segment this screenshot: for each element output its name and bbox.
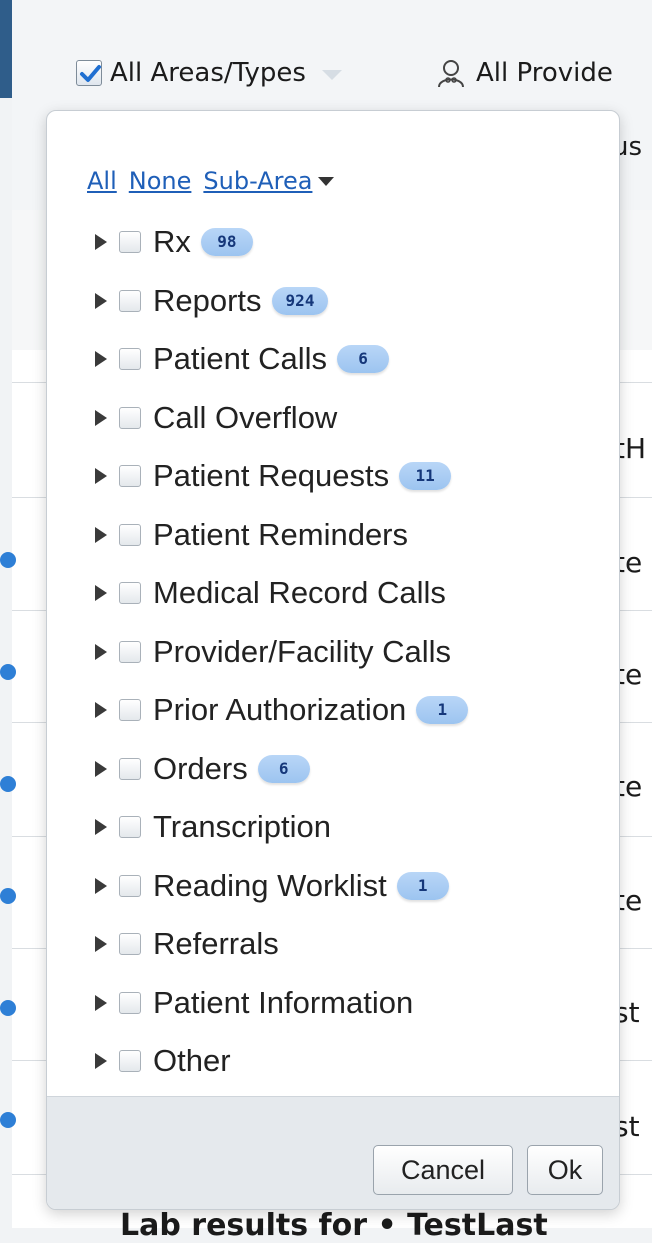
window-left-edge	[0, 0, 12, 98]
area-item[interactable]: Patient Calls 6	[95, 330, 468, 389]
count-badge: 11	[399, 462, 452, 491]
count-badge: 1	[396, 871, 449, 900]
expand-arrow-icon[interactable]	[95, 351, 107, 368]
count-badge: 1	[416, 696, 469, 725]
checkbox[interactable]	[119, 582, 141, 605]
expand-arrow-icon[interactable]	[95, 234, 107, 251]
area-item[interactable]: Transcription	[95, 798, 468, 857]
provider-filter-label: All Provide	[476, 58, 613, 88]
area-item-label: Transcription	[153, 809, 332, 845]
area-item-label: Reading Worklist	[153, 867, 387, 903]
area-item-label: Patient Reminders	[153, 516, 409, 552]
expand-arrow-icon[interactable]	[95, 819, 107, 836]
area-item[interactable]: Medical Record Calls	[95, 564, 468, 623]
checkmark-icon	[80, 65, 101, 82]
provider-icon	[438, 60, 464, 88]
checkbox[interactable]	[119, 991, 141, 1014]
expand-arrow-icon[interactable]	[95, 1053, 107, 1070]
expand-arrow-icon[interactable]	[95, 936, 107, 953]
select-all-link[interactable]: All	[87, 167, 117, 195]
area-item[interactable]: Orders 6	[95, 740, 468, 799]
area-item-label: Orders	[153, 750, 248, 786]
caret-down-icon[interactable]	[318, 176, 335, 186]
checkbox[interactable]	[119, 523, 141, 546]
area-filter-label: All Areas/Types	[110, 58, 306, 88]
count-badge: 6	[257, 754, 310, 783]
area-item[interactable]: Patient Information	[95, 974, 468, 1033]
area-item[interactable]: Referrals	[95, 915, 468, 974]
area-item[interactable]: Prior Authorization 1	[95, 681, 469, 740]
checkbox[interactable]	[119, 933, 141, 956]
expand-arrow-icon[interactable]	[95, 409, 107, 426]
unread-dot	[0, 664, 16, 680]
checkbox[interactable]	[119, 816, 141, 839]
area-item[interactable]: Call Overflow	[95, 389, 468, 448]
expand-arrow-icon[interactable]	[95, 526, 107, 543]
cancel-button[interactable]: Cancel	[373, 1145, 513, 1195]
checkbox-checked[interactable]	[76, 60, 102, 86]
area-item-label: Reports	[153, 282, 262, 318]
unread-dot	[0, 552, 16, 568]
checkbox[interactable]	[119, 874, 141, 897]
area-item[interactable]: Reading Worklist 1	[95, 857, 468, 916]
dropdown-footer: Cancel Ok	[47, 1096, 619, 1209]
unread-dot	[0, 888, 16, 904]
area-item[interactable]: Patient Requests 11	[95, 447, 468, 506]
area-item[interactable]: Reports 924	[95, 272, 468, 331]
checkbox[interactable]	[119, 289, 141, 312]
area-item-label: Call Overflow	[153, 399, 338, 435]
expand-arrow-icon[interactable]	[95, 292, 107, 309]
area-item[interactable]: Patient Reminders	[95, 506, 468, 565]
area-item-label: Prior Authorization	[153, 692, 407, 728]
checkbox[interactable]	[119, 757, 141, 780]
select-none-link[interactable]: None	[129, 167, 192, 195]
area-item-label: Provider/Facility Calls	[153, 633, 452, 669]
expand-arrow-icon[interactable]	[95, 585, 107, 602]
unread-dot	[0, 1112, 16, 1128]
unread-dot	[0, 776, 16, 792]
area-item-label: Patient Information	[153, 984, 414, 1020]
expand-arrow-icon[interactable]	[95, 702, 107, 719]
count-badge: 98	[200, 228, 253, 257]
checkbox[interactable]	[119, 406, 141, 429]
count-badge: 6	[337, 345, 390, 374]
area-item-label: Referrals	[153, 926, 279, 962]
checkbox[interactable]	[119, 231, 141, 254]
expand-arrow-icon[interactable]	[95, 468, 107, 485]
checkbox[interactable]	[119, 699, 141, 722]
area-item-label: Patient Calls	[153, 341, 328, 377]
area-type-filter[interactable]: All Areas/Types	[76, 58, 342, 88]
count-badge: 924	[271, 286, 329, 315]
area-item-label: Medical Record Calls	[153, 575, 446, 611]
expand-arrow-icon[interactable]	[95, 643, 107, 660]
chevron-down-icon	[321, 70, 342, 80]
area-item[interactable]: Other	[95, 1032, 468, 1091]
area-item[interactable]: Provider/Facility Calls	[95, 623, 468, 682]
checkbox[interactable]	[119, 465, 141, 488]
checkbox[interactable]	[119, 1050, 141, 1073]
area-item[interactable]: Rx 98	[95, 213, 468, 272]
provider-filter[interactable]: All Provide	[436, 58, 613, 88]
unread-dot	[0, 1000, 16, 1016]
expand-arrow-icon[interactable]	[95, 994, 107, 1011]
area-type-dropdown: All None Sub-Area Rx 98 Reports 924 Pati…	[46, 110, 620, 1210]
checkbox[interactable]	[119, 348, 141, 371]
expand-arrow-icon[interactable]	[95, 760, 107, 777]
task-row-title: Lab results for • TestLast	[120, 1208, 548, 1243]
area-item-label: Other	[153, 1043, 231, 1079]
quick-select-links: All None Sub-Area	[87, 167, 335, 195]
ok-button[interactable]: Ok	[527, 1145, 603, 1195]
sub-area-link[interactable]: Sub-Area	[203, 167, 312, 195]
expand-arrow-icon[interactable]	[95, 877, 107, 894]
area-item-label: Rx	[153, 224, 191, 260]
area-list: Rx 98 Reports 924 Patient Calls 6 Call O…	[95, 213, 469, 1091]
area-item-label: Patient Requests	[153, 458, 390, 494]
checkbox[interactable]	[119, 640, 141, 663]
